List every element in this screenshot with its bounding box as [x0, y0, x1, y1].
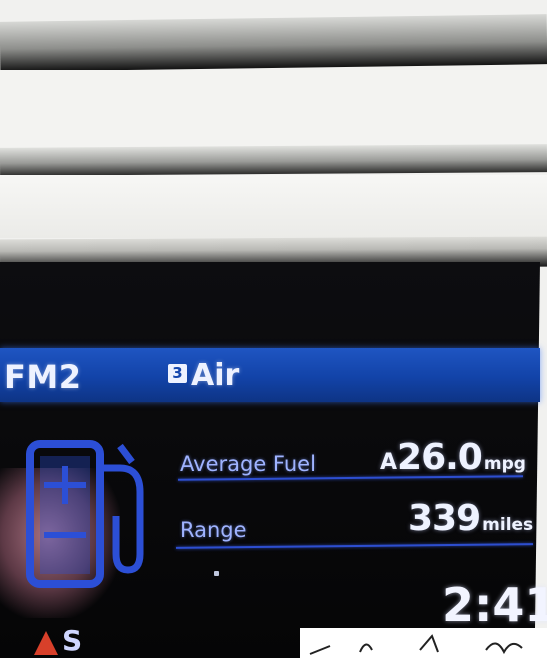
range-label: Range — [180, 518, 247, 542]
glare-band — [0, 70, 547, 150]
average-fuel-label: Average Fuel — [180, 452, 316, 476]
dashboard-trim-middle — [0, 144, 547, 176]
scroll-indicator-dot — [214, 571, 219, 576]
glare-band-lower — [0, 175, 547, 238]
range-value: 339 miles — [408, 498, 533, 539]
dashboard-trim-top — [0, 14, 547, 72]
average-fuel-number: 26.0 — [397, 437, 483, 478]
paper-margin — [300, 628, 547, 658]
fuel-pump-icon — [26, 440, 144, 588]
compass-arrow-icon — [34, 631, 58, 655]
compass-heading: S — [62, 624, 83, 657]
handwriting-scribble — [309, 634, 523, 655]
radio-band-label: FM2 — [4, 358, 82, 396]
average-fuel-unit: mpg — [483, 454, 526, 474]
range-unit: miles — [482, 515, 534, 535]
preset-number-badge: 3 — [168, 364, 187, 383]
average-fuel-mode: A — [380, 450, 398, 475]
range-number: 339 — [408, 498, 481, 539]
dashboard-photo: FM2 3 Air Average Fuel A26.0 mpg Range 33… — [0, 0, 547, 658]
clock-time: 2:41 — [442, 578, 547, 632]
average-fuel-value: A26.0 mpg — [380, 437, 526, 478]
station-name-label: Air — [191, 358, 240, 393]
